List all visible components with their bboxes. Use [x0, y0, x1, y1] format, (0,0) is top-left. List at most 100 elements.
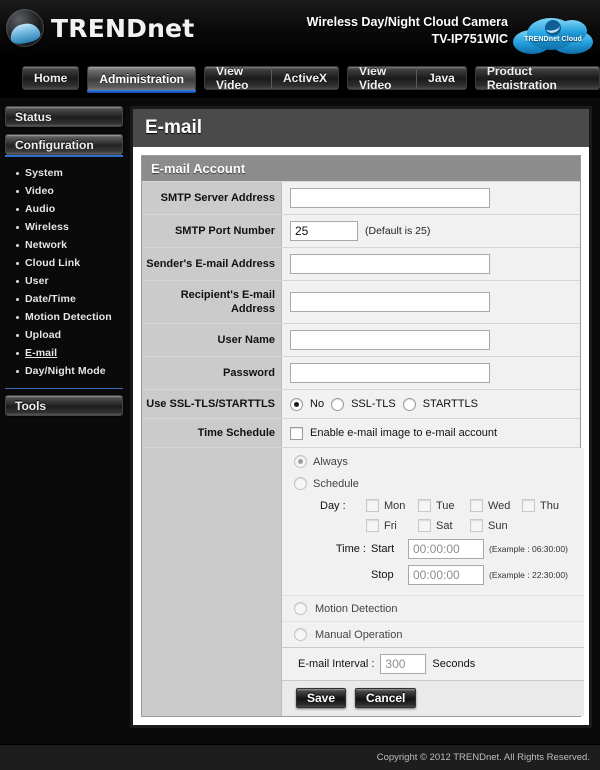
page-title: E-mail	[133, 109, 589, 147]
schedule-options: Always Schedule Day : Mon Tue Wed Thu Fr…	[282, 448, 584, 595]
email-interval-unit: Seconds	[432, 658, 476, 670]
recipient-email-input[interactable]	[290, 292, 490, 312]
cancel-button[interactable]: Cancel	[355, 688, 417, 708]
schedule-radio-schedule[interactable]	[294, 477, 307, 490]
schedule-checkbox-thu[interactable]	[522, 499, 535, 512]
brand-wordmark-upper: TREND	[51, 13, 148, 43]
sidebar-section-status-label: Status	[15, 109, 52, 124]
schedule-options-spacer-label	[142, 448, 282, 716]
smtp-port-input[interactable]	[290, 221, 358, 241]
schedule-label-wed: Wed	[488, 499, 511, 512]
schedule-start-input[interactable]	[408, 539, 484, 559]
username-input[interactable]	[290, 330, 490, 350]
nav-tab-view-video-activex[interactable]: View Video ActiveX	[204, 66, 340, 90]
sender-email-input[interactable]	[290, 254, 490, 274]
sidebar-item-cloud-link-label: Cloud Link	[25, 257, 81, 269]
schedule-day-wed: Wed	[470, 499, 522, 512]
form-action-bar: Save Cancel	[282, 680, 584, 716]
password-input[interactable]	[290, 363, 490, 383]
sidebar-section-configuration[interactable]: Configuration	[5, 134, 123, 155]
schedule-day-row-2: Fri Sat Sun	[320, 519, 574, 532]
nav-tab-administration[interactable]: Administration	[87, 66, 197, 90]
sidebar-item-email[interactable]: E-mail	[15, 344, 123, 362]
schedule-detail-block: Day : Mon Tue Wed Thu Fri Sat Sun Time:…	[294, 499, 574, 585]
sidebar-item-audio[interactable]: Audio	[15, 200, 123, 218]
schedule-day-tue: Tue	[418, 499, 470, 512]
schedule-mode-always-row: Always	[294, 455, 574, 468]
schedule-day-caption: Day :	[320, 499, 346, 512]
schedule-stop-input[interactable]	[408, 565, 484, 585]
product-model: Wireless Day/Night Cloud Camera TV-IP751…	[307, 14, 508, 48]
sidebar-section-configuration-label: Configuration	[15, 137, 94, 152]
nav-tab-view-video-java-label1: View Video	[359, 66, 392, 90]
sidebar-section-status[interactable]: Status	[5, 106, 123, 127]
cloud-icon-svg	[513, 18, 593, 54]
sidebar-item-day-night-mode[interactable]: Day/Night Mode	[15, 362, 123, 380]
form-row-recipient: Recipient's E-mail Address	[142, 280, 580, 323]
sender-label: Sender's E-mail Address	[142, 248, 282, 280]
brand-wordmark: TRENDnet	[51, 14, 194, 43]
sidebar-item-user[interactable]: User	[15, 272, 123, 290]
nav-tab-view-video-activex-wrap: View Video ActiveX	[204, 66, 340, 90]
nav-tab-administration-wrap: Administration	[87, 66, 197, 93]
sidebar-item-upload-label: Upload	[25, 329, 62, 341]
sidebar-item-motion-detection[interactable]: Motion Detection	[15, 308, 123, 326]
nav-tab-view-video-java[interactable]: View Video Java	[347, 66, 467, 90]
schedule-start-row: Time : Start (Example : 06:30:00)	[320, 539, 574, 559]
nav-tab-product-registration-label: Product Registration	[486, 66, 557, 90]
schedule-radio-motion-detection[interactable]	[294, 602, 307, 615]
schedule-label-thu: Thu	[540, 499, 559, 512]
sidebar-item-system[interactable]: System	[15, 164, 123, 182]
nav-tab-view-video-activex-label2: ActiveX	[271, 67, 338, 89]
sidebar-item-wireless-label: Wireless	[25, 221, 69, 233]
smtp-server-input[interactable]	[290, 188, 490, 208]
schedule-radio-manual-operation[interactable]	[294, 628, 307, 641]
nav-tab-product-registration[interactable]: Product Registration	[474, 66, 600, 90]
smtp-port-value-cell: (Default is 25)	[282, 215, 580, 247]
sidebar-item-system-label: System	[25, 167, 63, 179]
ssl-radio-starttls[interactable]	[402, 397, 416, 411]
copyright-text: Copyright © 2012 TRENDnet. All Rights Re…	[376, 752, 590, 763]
smtp-server-label: SMTP Server Address	[142, 182, 282, 214]
smtp-port-hint: (Default is 25)	[365, 225, 431, 237]
sidebar-item-network[interactable]: Network	[15, 236, 123, 254]
schedule-mode-motion-row: Motion Detection	[282, 595, 584, 621]
sidebar-item-video-label: Video	[25, 185, 54, 197]
sidebar-item-video[interactable]: Video	[15, 182, 123, 200]
schedule-checkbox-sun[interactable]	[470, 519, 483, 532]
sidebar-item-date-time[interactable]: Date/Time	[15, 290, 123, 308]
schedule-radio-manual-operation-label: Manual Operation	[315, 628, 403, 641]
product-name: Wireless Day/Night Cloud Camera	[306, 15, 508, 29]
form-row-sender: Sender's E-mail Address	[142, 247, 580, 280]
schedule-checkbox-tue[interactable]	[418, 499, 431, 512]
ssl-label: Use SSL-TLS/STARTTLS	[142, 390, 282, 418]
ssl-radio-ssl-tls[interactable]	[331, 397, 345, 411]
email-interval-row: E-mail Interval : Seconds	[282, 647, 584, 680]
nav-tab-home-label: Home	[34, 71, 68, 85]
schedule-checkbox-sat[interactable]	[418, 519, 431, 532]
schedule-checkbox-wed[interactable]	[470, 499, 483, 512]
sidebar-item-email-label: E-mail	[25, 347, 58, 359]
schedule-radio-always[interactable]	[294, 455, 307, 468]
enable-email-checkbox[interactable]	[290, 426, 303, 440]
username-value-cell	[282, 324, 580, 356]
save-button[interactable]: Save	[296, 688, 347, 708]
sidebar-item-wireless[interactable]: Wireless	[15, 218, 123, 236]
schedule-day-sat: Sat	[418, 519, 470, 532]
ssl-radio-no[interactable]	[290, 397, 303, 411]
schedule-checkbox-mon[interactable]	[366, 499, 379, 512]
nav-tab-home[interactable]: Home	[22, 66, 80, 90]
recipient-label: Recipient's E-mail Address	[142, 281, 282, 323]
username-label: User Name	[142, 324, 282, 356]
schedule-start-label: Start	[371, 543, 395, 555]
schedule-checkbox-fri[interactable]	[366, 519, 379, 532]
nav-tab-view-video-java-label2: Java	[416, 67, 466, 89]
sidebar-item-motion-detection-label: Motion Detection	[25, 311, 112, 323]
schedule-start-example: (Example : 06:30:00)	[489, 544, 568, 554]
sidebar-item-upload[interactable]: Upload	[15, 326, 123, 344]
sidebar-item-cloud-link[interactable]: Cloud Link	[15, 254, 123, 272]
sidebar-section-tools[interactable]: Tools	[5, 395, 123, 416]
email-interval-input[interactable]	[380, 654, 427, 674]
main-content-panel: E-mail E-mail Account SMTP Server Addres…	[130, 106, 592, 728]
schedule-day-row-1: Day : Mon Tue Wed Thu	[320, 499, 574, 512]
